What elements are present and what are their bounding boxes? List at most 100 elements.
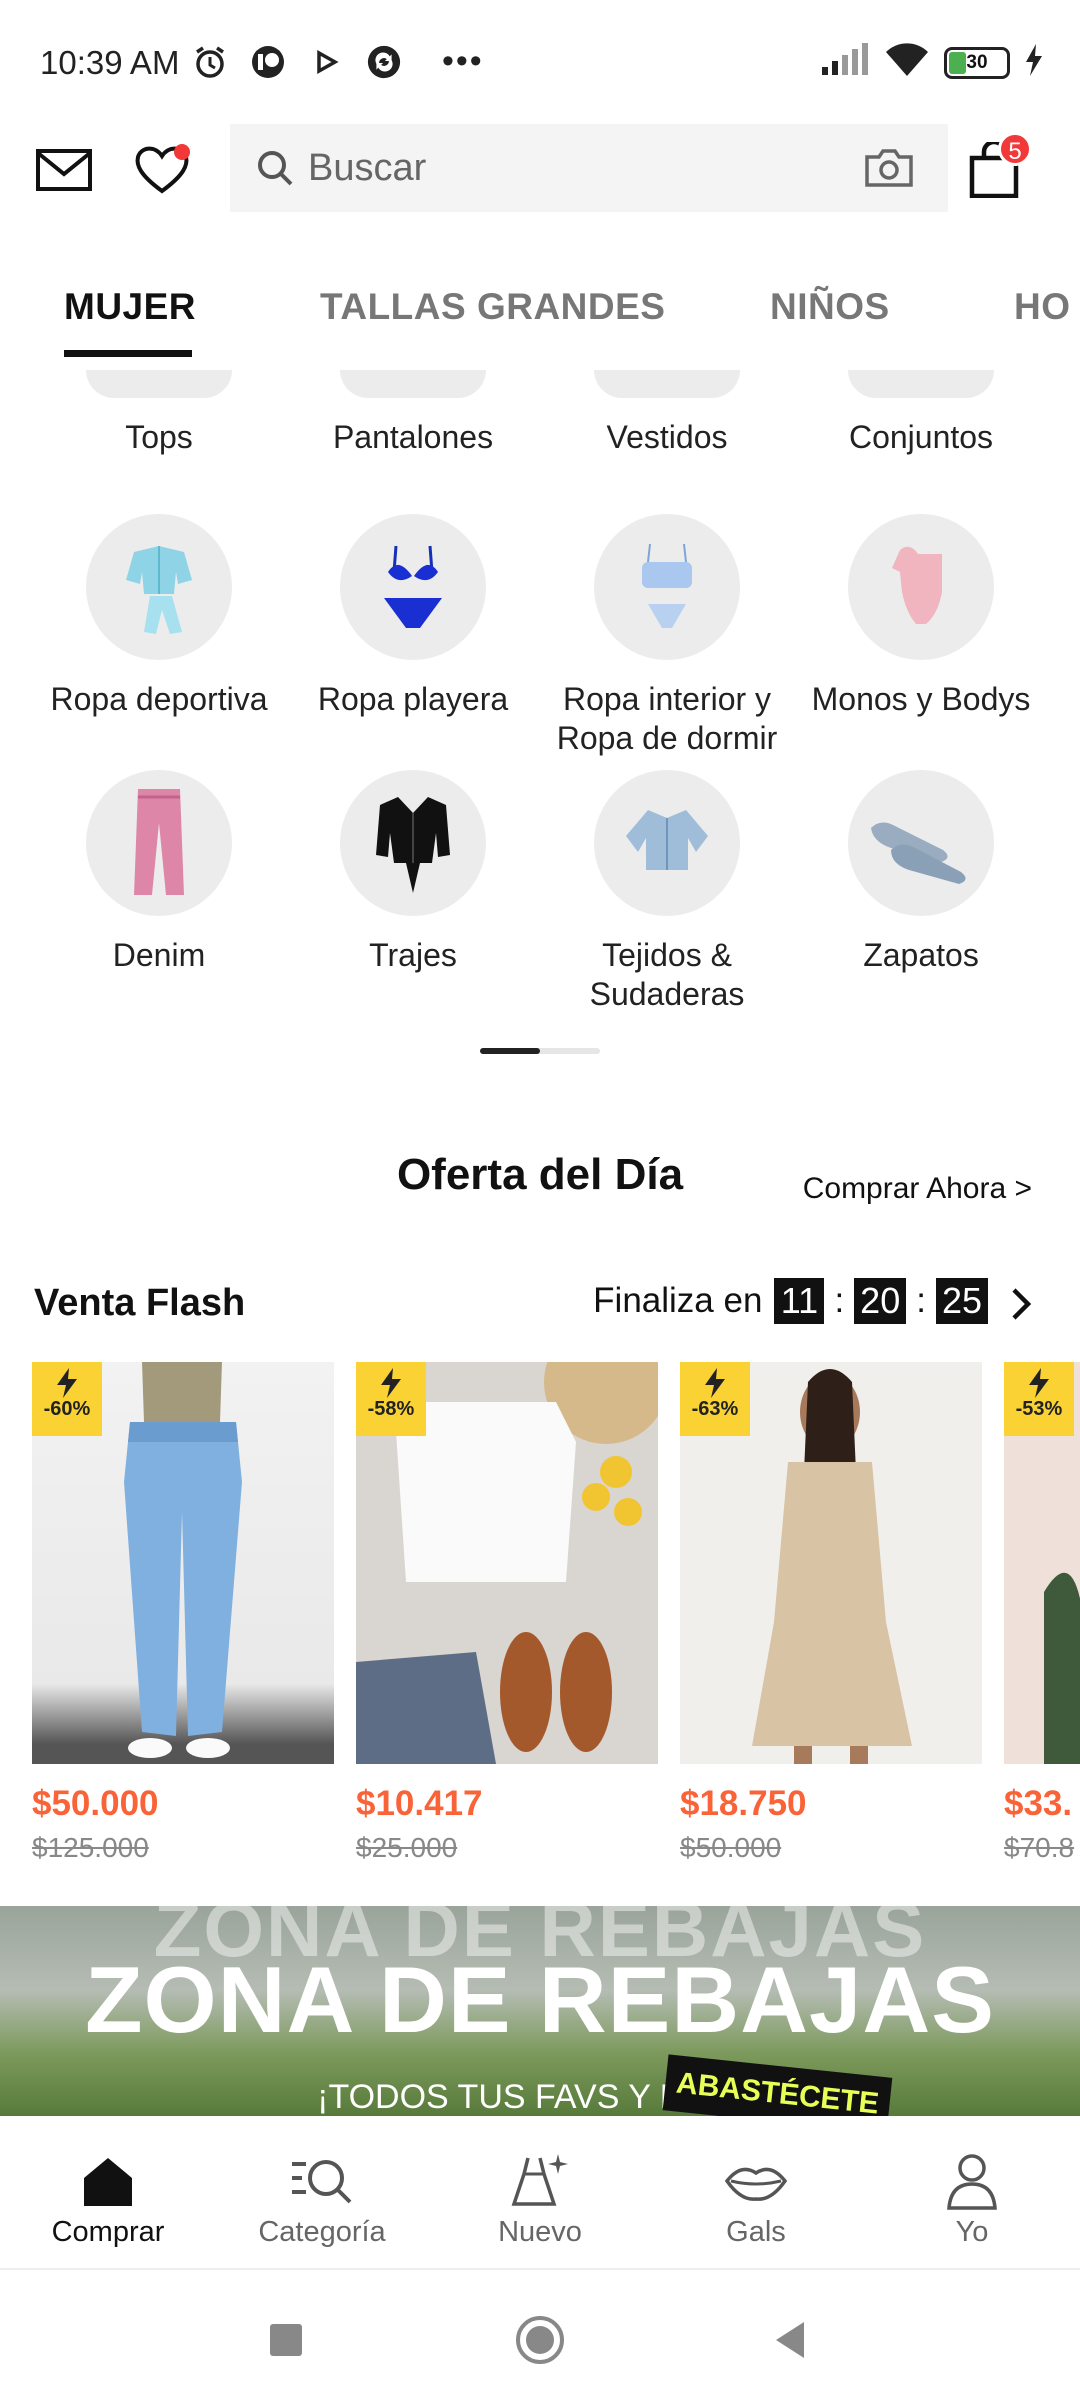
product-image: -63% [680, 1362, 982, 1764]
discount-percent: -53% [1015, 1398, 1063, 1420]
wifi-icon [884, 42, 930, 83]
battery-level: 30 [966, 51, 988, 73]
square-icon [270, 2324, 302, 2356]
messages-button[interactable] [32, 138, 96, 202]
nav-comprar[interactable]: Comprar [8, 2150, 208, 2249]
status-bar: 10:39 AM ••• 30 [0, 0, 1080, 120]
product-card[interactable]: -58% $10.417 $25.000 [356, 1362, 658, 1864]
lips-icon [656, 2150, 856, 2212]
category-trajes[interactable]: Trajes [286, 770, 540, 975]
category-pantalones[interactable]: Pantalones [286, 370, 540, 457]
status-notification-icons: ••• [192, 42, 484, 81]
category-label: Monos y Bodys [811, 681, 1031, 717]
category-search-icon [222, 2150, 422, 2212]
category-label: Vestidos [606, 419, 728, 455]
back-button[interactable] [760, 2310, 820, 2370]
category-monos-bodys[interactable]: Monos y Bodys [794, 514, 1048, 719]
category-label: Ropa playera [317, 681, 509, 717]
category-tabs: MUJER TALLAS GRANDES NIÑOS HO [0, 270, 1080, 370]
category-label: Ropa interior y Ropa de dormir [556, 681, 778, 756]
category-denim[interactable]: Denim [32, 770, 286, 975]
category-vestidos[interactable]: Vestidos [540, 370, 794, 457]
nav-label: Gals [726, 2216, 786, 2248]
category-conjuntos[interactable]: Conjuntos [794, 370, 1048, 457]
jeans-icon [86, 770, 232, 916]
back-triangle-icon [776, 2322, 804, 2358]
discount-percent: -60% [43, 1398, 91, 1420]
nav-nuevo[interactable]: Nuevo [440, 2150, 640, 2249]
search-input[interactable] [300, 146, 854, 190]
product-card[interactable]: -60% $50.000 $125.000 [32, 1362, 334, 1864]
status-time: 10:39 AM [40, 44, 180, 81]
search-bar[interactable] [230, 124, 948, 212]
countdown-seconds: 25 [935, 1278, 988, 1324]
shop-now-link[interactable]: Comprar Ahora > [803, 1172, 1032, 1206]
product-price: $33. [1004, 1784, 1073, 1823]
product-original-price: $125.000 [32, 1832, 149, 1863]
recent-apps-button[interactable] [256, 2310, 316, 2370]
discount-percent: -58% [367, 1398, 415, 1420]
product-image: -60% [32, 1362, 334, 1764]
lingerie-icon [594, 514, 740, 660]
charging-icon [1024, 44, 1044, 81]
product-original-price: $25.000 [356, 1832, 458, 1863]
discount-badge: -60% [32, 1362, 102, 1436]
search-icon [250, 148, 300, 188]
nav-label: Categoría [258, 2216, 386, 2248]
category-pager-indicator [480, 1048, 600, 1054]
category-ropa-interior[interactable]: Ropa interior y Ropa de dormir [540, 514, 794, 758]
chevron-right-icon[interactable] [1008, 1286, 1034, 1327]
play-icon [308, 44, 344, 80]
product-price: $10.417 [356, 1784, 483, 1823]
category-grid: Tops Pantalones Vestidos Conjuntos Ropa … [0, 370, 1080, 1070]
category-zapatos[interactable]: Zapatos [794, 770, 1048, 975]
wishlist-button[interactable] [130, 138, 194, 202]
pants-icon [340, 370, 486, 398]
banner-title: ZONA DE REBAJAS [85, 1947, 995, 2052]
tab-tallas-grandes[interactable]: TALLAS GRANDES [320, 286, 665, 328]
cart-button[interactable]: 5 [962, 132, 1032, 202]
discount-badge: -63% [680, 1362, 750, 1436]
circle-icon [516, 2316, 564, 2364]
discount-badge: -58% [356, 1362, 426, 1436]
nav-yo[interactable]: Yo [872, 2150, 1072, 2249]
bikini-icon [340, 514, 486, 660]
banner-subtitle: ¡TODOS TUS FAVS Y MÁS! [317, 2078, 743, 2116]
category-label: Tops [125, 419, 193, 455]
lightning-icon [57, 1368, 77, 1398]
sale-zone-banner[interactable]: ZONA DE REBAJAS ZONA DE REBAJAS ¡TODOS T… [0, 1906, 1080, 2116]
tab-hombre[interactable]: HO [1014, 286, 1071, 328]
tops-icon [86, 370, 232, 398]
more-dots-icon: ••• [442, 42, 484, 80]
category-label: Pantalones [332, 419, 494, 455]
category-ropa-deportiva[interactable]: Ropa deportiva [32, 514, 286, 719]
nav-label: Comprar [51, 2216, 165, 2248]
product-image: -53% [1004, 1362, 1080, 1764]
cardigan-icon [594, 770, 740, 916]
category-ropa-playera[interactable]: Ropa playera [286, 514, 540, 719]
shoes-icon [848, 770, 994, 916]
category-tejidos-sudaderas[interactable]: Tejidos & Sudaderas [540, 770, 794, 1014]
mail-icon [36, 149, 92, 191]
nav-gals[interactable]: Gals [656, 2150, 856, 2249]
suit-icon [340, 770, 486, 916]
nav-categoria[interactable]: Categoría [222, 2150, 422, 2249]
category-label: Zapatos [863, 937, 979, 973]
tab-ninos[interactable]: NIÑOS [770, 286, 890, 328]
flash-sale-title: Venta Flash [34, 1282, 246, 1324]
flash-sale-products: -60% $50.000 $125.000 -58% $10.417 $25.0… [0, 1362, 1080, 1882]
home-system-button[interactable] [510, 2310, 570, 2370]
product-card[interactable]: -53% $33. $70.8 [1004, 1362, 1080, 1864]
tab-mujer[interactable]: MUJER [64, 286, 196, 328]
discount-percent: -63% [691, 1398, 739, 1420]
category-label: Denim [112, 937, 206, 973]
category-label: Conjuntos [848, 419, 994, 455]
profile-icon [872, 2150, 1072, 2212]
category-tops[interactable]: Tops [32, 370, 286, 457]
category-label: Tejidos & Sudaderas [589, 937, 745, 1012]
bodysuit-icon [848, 514, 994, 660]
camera-search-icon[interactable] [854, 147, 924, 189]
product-card[interactable]: -63% $18.750 $50.000 [680, 1362, 982, 1864]
active-tab-indicator [64, 350, 192, 357]
category-label: Ropa deportiva [50, 681, 268, 717]
